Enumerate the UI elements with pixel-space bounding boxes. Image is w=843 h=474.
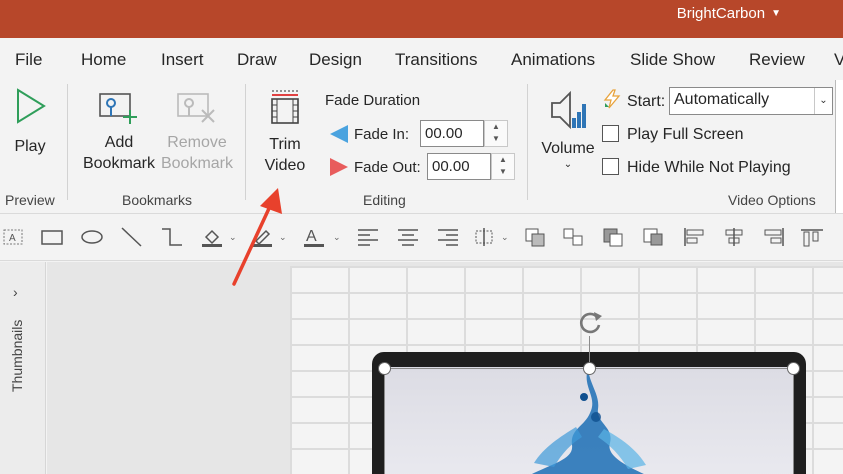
svg-text:A: A [9,233,16,244]
caret-down-icon: ▼ [771,8,781,19]
group-objects-icon[interactable] [562,227,586,247]
trim-video-button[interactable]: Trim Video [256,88,314,176]
start-value: Automatically [674,91,770,108]
tab-insert[interactable]: Insert [161,50,204,70]
add-bookmark-label-2: Bookmark [82,155,156,172]
start-dropdown[interactable]: Automatically ⌄ [669,87,833,115]
resize-handle-top-left[interactable] [378,362,391,375]
hide-while-not-playing-label[interactable]: Hide While Not Playing [627,159,791,177]
spin-down-icon[interactable]: ▼ [485,133,507,145]
spin-up-icon[interactable]: ▲ [492,154,514,166]
fade-in-value: 00.00 [425,125,463,142]
resize-handle-top-right[interactable] [787,362,800,375]
rotate-handle-icon[interactable] [575,308,605,338]
tab-view[interactable]: V [834,50,843,70]
elbow-connector-icon[interactable] [160,227,184,247]
align-right-icon[interactable] [436,227,460,247]
group-separator [527,84,528,200]
tab-transitions[interactable]: Transitions [395,50,478,70]
selection-outline [384,368,794,474]
add-bookmark-button[interactable]: Add Bookmark [80,90,158,174]
tab-design[interactable]: Design [309,50,362,70]
tab-home[interactable]: Home [81,50,126,70]
tab-animations[interactable]: Animations [511,50,595,70]
spin-down-icon[interactable]: ▼ [492,166,514,178]
selection-pane-icon[interactable] [642,227,666,247]
fade-in-label: Fade In: [354,126,410,143]
align-objects-left-icon[interactable] [682,227,706,247]
group-separator [67,84,68,200]
play-button[interactable]: Play [8,88,52,157]
align-objects-top-icon[interactable] [800,227,824,247]
drawing-toolbar: A ⌄ ⌄ A ⌄ ⌄ [0,213,843,261]
chevron-down-icon: ⌄ [563,159,573,170]
account-name: BrightCarbon [676,5,766,22]
remove-bookmark-label-1: Remove [167,134,227,151]
remove-bookmark-button[interactable]: Remove Bookmark [158,90,236,174]
tab-file[interactable]: File [15,50,42,70]
ribbon: Play Preview Add Bookmark Remove Bookmar… [0,80,843,212]
thumbnails-pane: › Thumbnails [0,262,46,474]
volume-button[interactable]: Volume ⌄ [538,88,598,171]
align-objects-right-icon[interactable] [762,227,786,247]
annotation-arrow-icon [232,188,282,286]
group-label-video-options: Video Options [728,192,816,208]
align-center-icon[interactable] [396,227,420,247]
tab-draw[interactable]: Draw [237,50,277,70]
fade-out-value: 00.00 [432,158,470,175]
fade-out-input[interactable]: 00.00 ▲ ▼ [427,153,515,180]
play-label: Play [14,138,46,155]
play-icon [17,88,46,124]
svg-text:⌄: ⌄ [333,232,341,242]
fade-in-icon [330,125,348,143]
ribbon-tabs: File Home Insert Draw Design Transitions… [0,38,843,80]
add-bookmark-label-1: Add [104,134,134,151]
title-bar: BrightCarbon ▼ [0,0,843,38]
chevron-down-icon[interactable]: ⌄ [814,88,832,114]
tab-review[interactable]: Review [749,50,805,70]
bring-forward-icon[interactable] [524,227,548,247]
svg-text:A: A [306,228,317,245]
align-left-icon[interactable] [356,227,380,247]
svg-text:⌄: ⌄ [501,232,509,242]
fade-in-spinner[interactable]: ▲ ▼ [484,120,508,147]
rectangle-icon[interactable] [40,227,64,247]
fade-in-input[interactable]: 00.00 ▲ ▼ [420,120,508,147]
lightning-icon [603,89,621,109]
line-icon[interactable] [120,227,144,247]
ribbon-scroll-edge [835,80,843,220]
fade-out-spinner[interactable]: ▲ ▼ [491,153,515,180]
fade-out-icon [330,158,348,176]
account-menu[interactable]: BrightCarbon ▼ [677,5,781,22]
trim-video-label-1: Trim [269,136,301,153]
add-bookmark-icon [99,93,137,124]
group-label-editing: Editing [363,192,406,208]
volume-label: Volume [541,140,595,157]
chevron-right-icon[interactable]: › [13,284,18,300]
trim-video-icon [271,90,299,124]
volume-icon [551,90,586,130]
spin-up-icon[interactable]: ▲ [485,121,507,133]
oval-icon[interactable] [80,227,104,247]
fade-duration-label: Fade Duration [325,92,421,109]
group-label-bookmarks: Bookmarks [122,192,193,208]
send-backward-icon[interactable] [602,227,626,247]
fade-out-label: Fade Out: [354,159,421,176]
thumbnails-label[interactable]: Thumbnails [9,320,25,430]
vertical-align-icon[interactable]: ⌄ [472,227,512,247]
remove-bookmark-icon [177,93,215,123]
remove-bookmark-label-2: Bookmark [160,155,234,172]
align-objects-center-icon[interactable] [722,227,746,247]
tab-slide-show[interactable]: Slide Show [630,50,715,70]
hide-while-not-playing-checkbox[interactable] [602,158,619,175]
start-label: Start: [627,93,666,110]
font-color-icon[interactable]: A ⌄ [302,227,342,247]
play-full-screen-label[interactable]: Play Full Screen [627,126,744,144]
text-box-icon[interactable]: A [2,227,24,247]
resize-handle-top-center[interactable] [583,362,596,375]
group-label-preview: Preview [5,192,55,208]
trim-video-label-2: Video [264,157,306,174]
play-full-screen-checkbox[interactable] [602,125,619,142]
